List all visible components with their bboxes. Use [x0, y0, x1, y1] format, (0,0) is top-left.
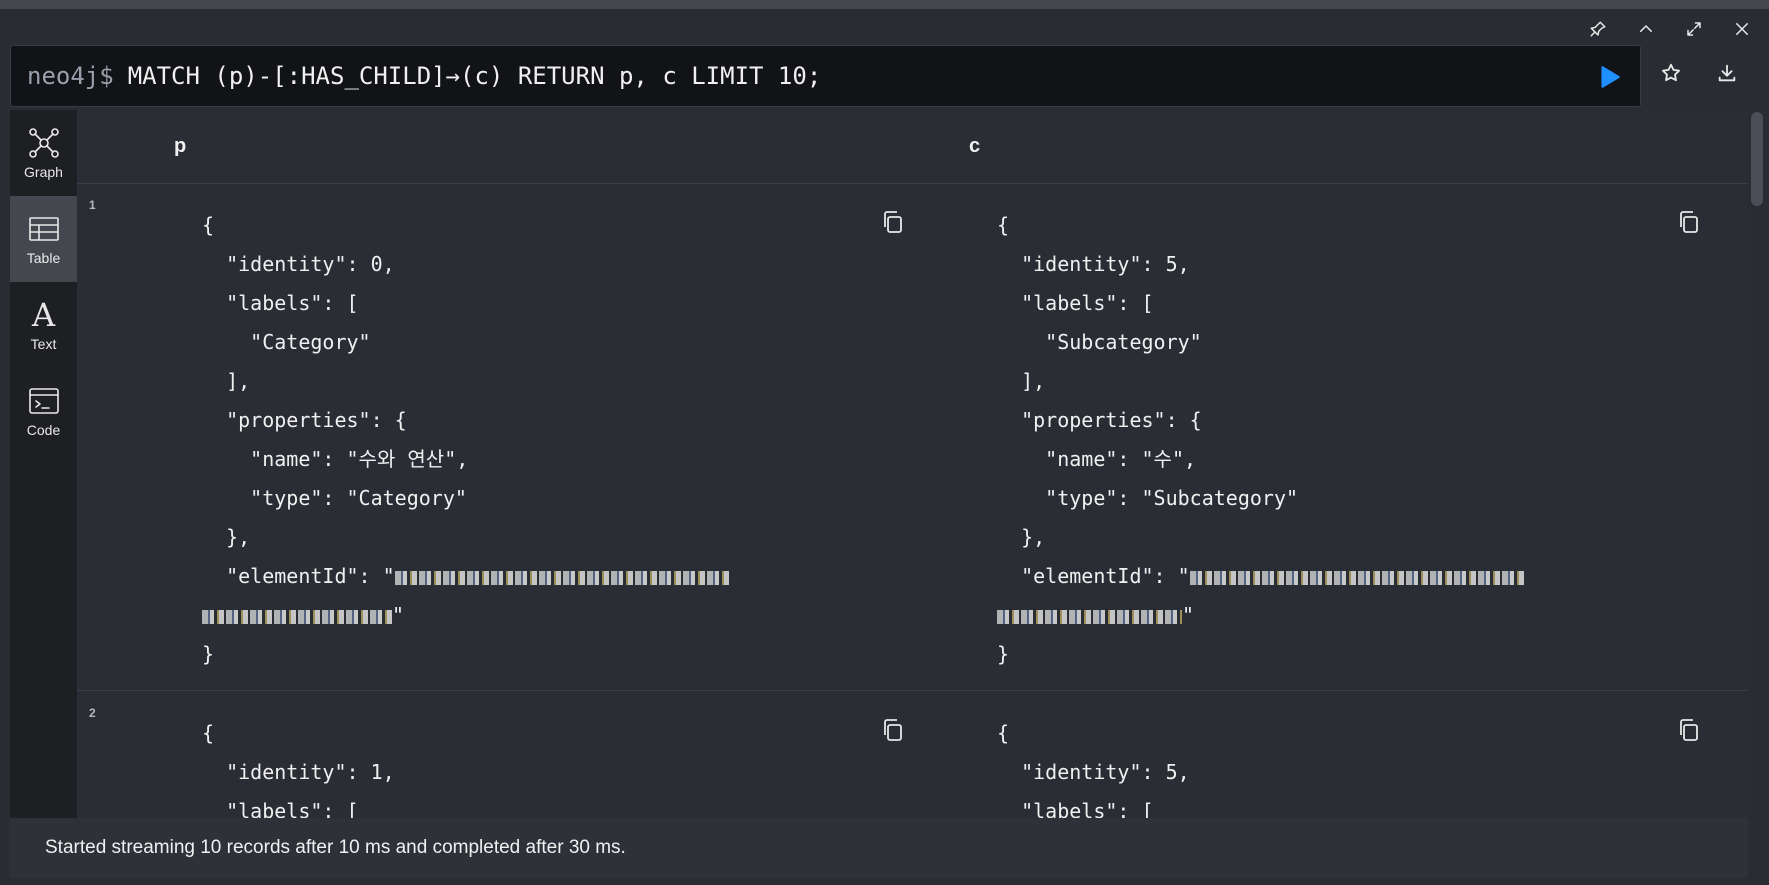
graph-icon — [28, 128, 59, 158]
pin-icon — [1590, 21, 1606, 37]
view-table-button[interactable]: Table — [10, 196, 77, 282]
copy-icon — [884, 211, 902, 233]
type-value: Category — [358, 486, 455, 510]
row-number: 2 — [89, 706, 96, 720]
table-cell-p[interactable]: { "identity": 1, "labels": [ — [202, 714, 395, 818]
text-icon: A — [31, 296, 56, 334]
table-row: 2 { "identity": 1, "labels": [ { "identi… — [77, 692, 1748, 818]
frame-controls — [1585, 16, 1755, 42]
download-icon — [1718, 64, 1736, 82]
status-bar: Started streaming 10 records after 10 ms… — [10, 818, 1748, 878]
view-graph-button[interactable]: Graph — [10, 110, 77, 196]
table-row: 1 { "identity": 0, "labels": [ "Category… — [77, 184, 1748, 691]
identity-value: 0 — [370, 252, 383, 276]
collapse-button[interactable] — [1633, 16, 1659, 42]
status-message: Started streaming 10 records after 10 ms… — [45, 837, 626, 858]
table-cell-c[interactable]: { "identity": 5, "labels": [ "Subcategor… — [997, 206, 1525, 674]
view-graph-label: Graph — [24, 164, 63, 180]
view-text-label: Text — [30, 336, 57, 352]
close-button[interactable] — [1729, 16, 1755, 42]
copy-cell-button[interactable] — [1677, 210, 1701, 236]
copy-cell-button[interactable] — [881, 210, 905, 236]
terminal-icon — [28, 388, 59, 414]
download-button[interactable] — [1716, 62, 1742, 88]
scrollbar-thumb[interactable] — [1751, 112, 1763, 206]
name-value: 수와 연산 — [358, 447, 445, 471]
copy-icon — [1680, 211, 1698, 233]
view-code-button[interactable]: Code — [10, 368, 77, 454]
expand-icon — [1687, 22, 1701, 36]
close-icon — [1736, 23, 1748, 35]
column-header-p: p — [174, 135, 187, 157]
copy-icon — [1680, 719, 1698, 741]
table-cell-c[interactable]: { "identity": 5, "labels": [ — [997, 714, 1190, 818]
redacted-element-id — [997, 609, 1182, 624]
window-top-bar — [0, 0, 1769, 9]
table-icon — [28, 217, 59, 241]
identity-value: 1 — [370, 760, 383, 784]
label-value: Category — [262, 330, 359, 354]
play-icon — [1601, 66, 1620, 88]
row-number: 1 — [89, 198, 96, 212]
json-value: { "identity": 0, "labels": [ "Category" … — [202, 206, 730, 674]
view-code-label: Code — [26, 422, 61, 438]
redacted-element-id — [1189, 570, 1525, 585]
star-icon — [1662, 63, 1680, 82]
identity-value: 5 — [1165, 252, 1178, 276]
name-value: 수 — [1153, 447, 1172, 471]
view-table-label: Table — [26, 250, 61, 266]
redacted-element-id — [202, 609, 392, 624]
editor-prompt: neo4j$ — [27, 62, 114, 90]
view-text-button[interactable]: A Text — [10, 282, 77, 368]
table-cell-p[interactable]: { "identity": 0, "labels": [ "Category" … — [202, 206, 730, 674]
copy-icon — [884, 719, 902, 741]
copy-cell-button[interactable] — [1677, 718, 1701, 744]
label-value: Subcategory — [1057, 330, 1190, 354]
query-editor[interactable]: neo4j$ MATCH (p)-[:HAS_CHILD]→(c) RETURN… — [10, 45, 1641, 107]
json-value: { "identity": 5, "labels": [ "Subcategor… — [997, 206, 1525, 674]
results-table: p c 1 { "identity": 0, "labels": [ "Cate… — [77, 110, 1748, 818]
query-text[interactable]: MATCH (p)-[:HAS_CHILD]→(c) RETURN p, c L… — [128, 62, 822, 90]
run-query-button[interactable] — [1596, 64, 1622, 90]
json-value: { "identity": 5, "labels": [ — [997, 721, 1190, 818]
copy-cell-button[interactable] — [881, 718, 905, 744]
column-header-c: c — [969, 135, 981, 157]
chevron-up-icon — [1640, 25, 1652, 32]
view-mode-sidebar: Graph Table A Text Code — [10, 110, 77, 818]
fullscreen-button[interactable] — [1681, 16, 1707, 42]
favorite-button[interactable] — [1660, 62, 1686, 88]
results-scrollbar[interactable] — [1751, 110, 1763, 818]
redacted-element-id — [394, 570, 730, 585]
pin-button[interactable] — [1585, 16, 1611, 42]
json-value: { "identity": 1, "labels": [ — [202, 721, 395, 818]
editor-actions — [1660, 62, 1742, 88]
identity-value: 5 — [1165, 760, 1178, 784]
type-value: Subcategory — [1153, 486, 1286, 510]
